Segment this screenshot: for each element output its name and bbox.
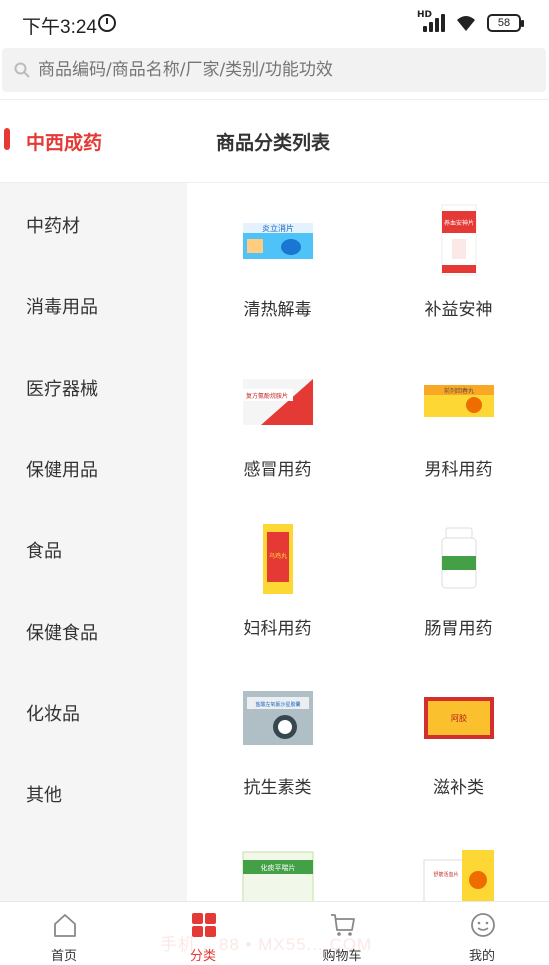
profile-icon [471,913,495,937]
battery-level: 58 [497,17,511,29]
sidebar-item-health-food[interactable]: 保健食品 [26,619,98,645]
product-box-text: 舒筋活血片 [433,871,458,878]
product-image: 盐酸左氧氟沙星胶囊 [243,691,313,745]
category-label: 感冒用药 [243,460,312,480]
category-item[interactable]: 舒筋活血片 [368,820,549,901]
product-image: 养血安神片 [441,204,477,276]
category-item[interactable]: 盐酸左氧氟沙星胶囊 抗生素类 [187,661,368,821]
status-time: 下午3:24 [22,17,97,38]
product-image [441,527,477,589]
sidebar: 中药材 消毒用品 医疗器械 保健用品 食品 保健食品 化妆品 其他 [0,183,187,901]
product-box-text: 化痰平喘片 [261,863,296,872]
product-image: 舒筋活血片 [423,850,494,901]
product-box-text: 炎立消片 [262,223,294,233]
alarm-icon [98,14,116,32]
product-image: 乌鸡丸 [263,524,293,594]
sidebar-item-health-products[interactable]: 保健用品 [26,456,98,482]
category-label: 补益安神 [424,300,493,320]
product-image: 复方氨酚烷胺片 [243,379,313,425]
product-box-text: 养血安神片 [444,219,474,227]
category-label: 抗生素类 [243,778,312,798]
tab-profile[interactable]: 我的 [432,902,532,965]
category-item[interactable]: 前列回春丸 男科用药 [368,343,549,503]
tab-home[interactable]: 首页 [14,902,114,965]
product-box-text: 复方氨酚烷胺片 [246,392,288,400]
sidebar-item-cosmetics[interactable]: 化妆品 [26,700,80,726]
category-item[interactable]: 肠胃用药 [368,502,549,662]
sidebar-item-disinfection[interactable]: 消毒用品 [26,293,98,319]
category-label: 滋补类 [433,778,484,798]
product-image: 阿胶 [424,697,494,739]
page-title: 商品分类列表 [216,132,331,154]
sidebar-item-other[interactable]: 其他 [26,781,62,807]
product-box-text: 盐酸左氧氟沙星胶囊 [255,701,300,708]
sidebar-item-herbs[interactable]: 中药材 [26,212,80,238]
category-item[interactable]: 炎立消片 清热解毒 [187,183,368,343]
product-box-text: 乌鸡丸 [269,552,287,560]
product-image: 前列回春丸 [424,385,494,417]
battery-icon: 58 [487,14,524,32]
wifi-icon [457,16,475,31]
product-image: 化痰平喘片 [242,851,314,901]
sidebar-item-medical-devices[interactable]: 医疗器械 [26,375,98,401]
home-icon [54,914,76,937]
product-image: 炎立消片 [243,223,313,259]
category-item[interactable]: 复方氨酚烷胺片 感冒用药 [187,343,368,503]
active-indicator [4,128,10,150]
product-box-text: 阿胶 [451,713,467,723]
category-item[interactable]: 化痰平喘片 [187,820,368,901]
category-label: 肠胃用药 [424,619,493,639]
sidebar-item-active[interactable]: 中西成药 [26,128,102,155]
signal-icon: HD [417,10,445,32]
search-bar[interactable] [2,48,546,92]
status-icons: HD 58 [417,10,524,32]
sidebar-item-food[interactable]: 食品 [26,537,62,563]
status-bar: 下午3:24 HD 58 [0,0,549,46]
watermark: 手机... 88 • MX55... COM [160,935,373,954]
category-item[interactable]: 养血安神片 补益安神 [368,183,549,343]
category-grid: 炎立消片 清热解毒 养血安神片 补益安神 复方氨酚烷胺片 感冒用药 前列回春丸 … [187,183,549,901]
search-icon [14,62,30,78]
category-label: 清热解毒 [243,300,312,320]
category-label: 妇科用药 [243,619,312,639]
search-input[interactable] [38,60,518,80]
product-box-text: 前列回春丸 [444,387,474,395]
category-label: 男科用药 [424,460,493,480]
network-type: HD [417,10,433,20]
tab-label: 首页 [50,949,77,964]
category-item[interactable]: 阿胶 滋补类 [368,661,549,821]
tab-label: 我的 [468,949,495,964]
category-item[interactable]: 乌鸡丸 妇科用药 [187,502,368,662]
